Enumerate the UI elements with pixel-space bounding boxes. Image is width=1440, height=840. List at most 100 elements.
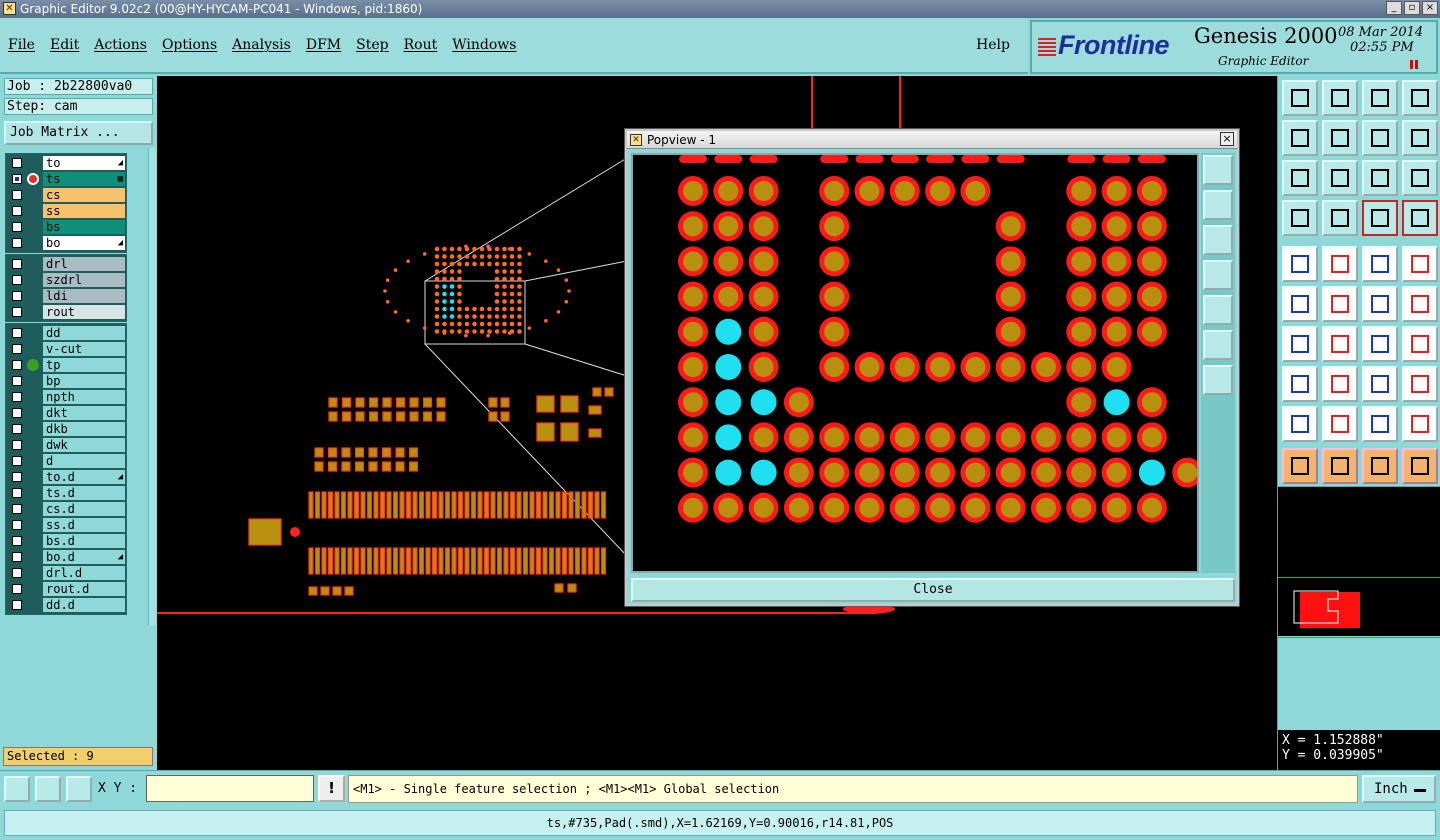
job-matrix-button[interactable]: Job Matrix ... — [4, 121, 153, 145]
cross-icon[interactable] — [1322, 286, 1358, 322]
layer-name[interactable]: ss — [43, 204, 125, 218]
smd-pad[interactable] — [1066, 316, 1097, 347]
selected-pad[interactable] — [715, 424, 742, 451]
smd-pad[interactable] — [748, 211, 779, 242]
smd-pad[interactable] — [783, 457, 814, 488]
arch3-icon[interactable] — [1402, 406, 1438, 442]
home-icon[interactable] — [1362, 80, 1398, 116]
smd-pad[interactable] — [783, 492, 814, 523]
smd-pad[interactable] — [1136, 492, 1167, 523]
smd-pad[interactable] — [926, 155, 955, 163]
layer-name[interactable]: dwk — [43, 438, 125, 452]
layers-red2-icon[interactable] — [1402, 200, 1438, 236]
smd-pad[interactable] — [783, 422, 814, 453]
smd-pad[interactable] — [995, 457, 1026, 488]
smd-pad[interactable] — [1031, 457, 1061, 488]
app-icon[interactable]: ✕ — [3, 2, 16, 15]
smd-pad[interactable] — [819, 281, 850, 312]
smd-pad[interactable] — [854, 176, 885, 206]
layer-row[interactable]: rout.d — [7, 581, 125, 597]
slash-icon[interactable] — [1322, 326, 1358, 362]
smd-pad[interactable] — [1136, 316, 1167, 347]
layer-row[interactable]: to ◢ — [7, 155, 125, 171]
smd-pad[interactable] — [889, 492, 920, 523]
smd-pad[interactable] — [960, 422, 991, 453]
smd-pad[interactable] — [1136, 281, 1167, 312]
split-line-icon[interactable] — [1322, 366, 1358, 402]
draw-line-icon[interactable] — [1322, 246, 1358, 282]
smd-pad[interactable] — [1067, 155, 1096, 163]
smd-pad[interactable] — [1136, 211, 1167, 242]
smd-pad[interactable] — [1031, 422, 1061, 453]
smd-pad[interactable] — [995, 316, 1026, 347]
smd-pad[interactable] — [995, 352, 1026, 382]
layer-checkbox[interactable] — [12, 440, 22, 450]
layer-checkbox[interactable] — [12, 190, 22, 200]
layer-name[interactable]: dd — [43, 326, 125, 340]
selected-pad[interactable] — [750, 389, 777, 416]
smd-pad[interactable] — [819, 422, 850, 453]
smd-pad[interactable] — [678, 316, 708, 347]
smd-pad[interactable] — [996, 155, 1025, 163]
menu-file[interactable]: File — [8, 37, 35, 53]
layer-row[interactable]: tp — [7, 357, 125, 373]
layer-checkbox[interactable] — [12, 424, 22, 434]
smd-pad[interactable] — [1101, 246, 1132, 277]
smd-pad[interactable] — [748, 246, 779, 277]
layer-checkbox[interactable] — [12, 158, 22, 168]
smd-pad[interactable] — [748, 176, 779, 206]
smd-pad[interactable] — [748, 316, 779, 347]
layer-name[interactable]: drl.d — [43, 566, 125, 580]
layer-checkbox[interactable] — [12, 360, 22, 370]
layer-checkbox[interactable] — [12, 600, 22, 610]
smd-pad[interactable] — [1101, 492, 1132, 523]
selected-pad[interactable] — [715, 354, 742, 380]
grid-icon[interactable] — [1322, 200, 1358, 236]
layer-row[interactable]: d — [7, 453, 125, 469]
redo-icon[interactable] — [1402, 120, 1438, 156]
smd-pad[interactable] — [960, 457, 991, 488]
smd-pad[interactable] — [678, 176, 708, 206]
help-icon[interactable] — [1402, 160, 1438, 196]
layer-name[interactable]: rout.d — [43, 582, 125, 596]
layer-row[interactable]: cs — [7, 187, 125, 203]
layer-name[interactable]: drl — [43, 257, 125, 271]
selected-pad[interactable] — [715, 459, 742, 486]
smd-pad[interactable] — [678, 492, 708, 523]
save-job-icon[interactable] — [1322, 80, 1358, 116]
smd-pad[interactable] — [749, 155, 778, 163]
xy-input[interactable] — [146, 775, 314, 802]
layer-row[interactable]: ts ▦ — [7, 171, 125, 187]
smd-pad[interactable] — [713, 492, 744, 523]
layer-row[interactable]: ts.d — [7, 485, 125, 501]
pointer-box-icon[interactable] — [1322, 448, 1358, 484]
layer-checkbox[interactable] — [12, 584, 22, 594]
triangle-icon[interactable] — [1282, 406, 1318, 442]
layer-row[interactable]: bs — [7, 219, 125, 235]
menu-edit[interactable]: Edit — [50, 37, 79, 53]
layer-row[interactable]: dkb — [7, 421, 125, 437]
smd-pad[interactable] — [1066, 281, 1097, 312]
smd-pad[interactable] — [995, 246, 1026, 277]
snap-grid-icon[interactable] — [66, 776, 92, 802]
menu-actions[interactable]: Actions — [94, 37, 147, 53]
pause-icon[interactable] — [1410, 60, 1418, 69]
layer-checkbox[interactable] — [12, 328, 22, 338]
layer-name[interactable]: ldi — [43, 289, 125, 303]
smd-pad[interactable] — [679, 155, 707, 163]
layer-row[interactable]: drl — [7, 256, 125, 272]
layer-name[interactable]: bp — [43, 374, 125, 388]
layer-checkbox[interactable] — [12, 307, 22, 317]
layer-checkbox[interactable] — [12, 222, 22, 232]
layer-name[interactable]: rout — [43, 305, 125, 319]
layer-checkbox[interactable] — [12, 504, 22, 514]
smd-pad[interactable] — [713, 211, 744, 242]
ruler-icon[interactable] — [1362, 246, 1398, 282]
smd-pad[interactable] — [783, 387, 814, 418]
smd-pad[interactable] — [890, 155, 919, 163]
layer-row[interactable]: ss.d — [7, 517, 125, 533]
smd-pad[interactable] — [819, 492, 850, 523]
smd-pad[interactable] — [1102, 155, 1131, 163]
select-feature-icon[interactable] — [1282, 366, 1318, 402]
smd-pad[interactable] — [678, 352, 708, 382]
